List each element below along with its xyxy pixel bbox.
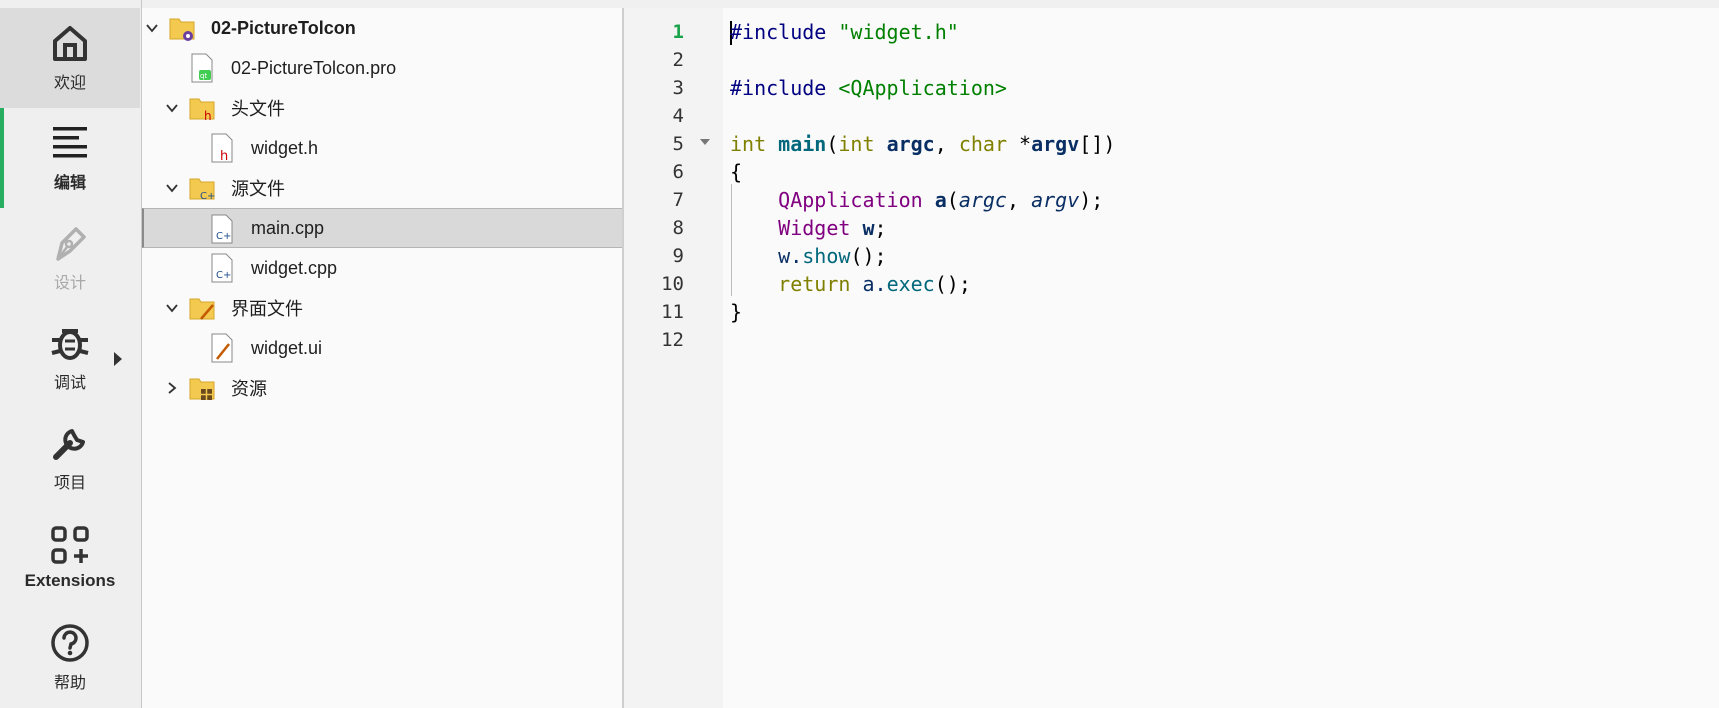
code-line-7: QApplication a(argc, argv); — [778, 188, 1104, 212]
tree-item-widget-ui[interactable]: widget.ui — [142, 328, 622, 368]
tree-folder-headers[interactable]: h 头文件 — [142, 88, 622, 128]
tree-item-widget-h[interactable]: h widget.h — [142, 128, 622, 168]
file-name: widget.ui — [251, 337, 323, 358]
ui-file-icon — [211, 333, 233, 363]
mode-debug-label: 调试 — [53, 373, 86, 392]
bug-icon — [51, 329, 89, 360]
code-line-8: Widget w; — [778, 216, 887, 240]
cpp-file-icon: C+ — [211, 214, 233, 244]
code-line-5: int main(int argc, char *argv[]) — [730, 132, 1116, 156]
project-folder-icon — [169, 18, 195, 41]
mode-sidebar: 欢迎 编辑 设计 调试 项目 Extensions 帮助 — [0, 0, 142, 708]
mode-welcome[interactable]: 欢迎 — [0, 8, 140, 108]
line-number: 8 — [672, 217, 684, 239]
resources-folder-label: 资源 — [231, 379, 267, 399]
code-line-11: } — [730, 300, 743, 324]
line-number: 7 — [672, 189, 684, 211]
line-number: 9 — [672, 245, 684, 267]
line-number: 5 — [672, 133, 684, 155]
tree-folder-forms[interactable]: 界面文件 — [142, 288, 622, 328]
chevron-down-icon[interactable] — [145, 21, 159, 35]
pro-file-name: 02-PictureTolcon.pro — [231, 57, 397, 78]
tree-item-widget-cpp[interactable]: C+ widget.cpp — [142, 248, 622, 288]
tree-folder-resources[interactable]: 资源 — [142, 368, 622, 408]
help-icon — [51, 624, 89, 662]
chevron-down-icon[interactable] — [165, 101, 179, 115]
fold-marker-icon[interactable] — [700, 139, 710, 145]
code-line-6: { — [730, 160, 743, 184]
svg-text:C+: C+ — [216, 231, 231, 242]
line-number-gutter: 1 2 3 4 5 6 7 8 9 10 11 12 — [624, 8, 723, 708]
code-line-3: #include <QApplication> — [730, 76, 1007, 100]
mode-help[interactable]: 帮助 — [0, 608, 140, 708]
source-folder-icon: C+ — [189, 178, 215, 202]
code-line-1: #include "widget.h" — [730, 20, 959, 44]
svg-text:h: h — [204, 109, 212, 123]
header-folder-icon: h — [189, 98, 215, 123]
line-number: 3 — [672, 77, 684, 99]
cpp-file-icon: C+ — [211, 253, 233, 283]
debug-submenu-arrow-icon[interactable] — [114, 352, 122, 366]
mode-extensions[interactable]: Extensions — [0, 508, 140, 608]
forms-folder-label: 界面文件 — [231, 299, 303, 319]
qt-project-file-icon: qt — [191, 53, 213, 83]
project-name: 02-PictureTolcon — [211, 17, 356, 38]
sources-folder-label: 源文件 — [231, 179, 285, 199]
file-name: main.cpp — [251, 217, 325, 238]
chevron-right-icon[interactable] — [165, 381, 179, 395]
svg-text:C+: C+ — [200, 191, 215, 202]
svg-text:C+: C+ — [216, 270, 231, 281]
mode-design-label: 设计 — [53, 273, 86, 292]
header-file-icon: h — [211, 133, 233, 163]
tree-item-main-cpp[interactable]: C+ main.cpp — [142, 208, 622, 248]
pen-nib-icon — [56, 227, 86, 261]
mode-design[interactable]: 设计 — [0, 208, 140, 308]
chevron-down-icon[interactable] — [165, 181, 179, 195]
resources-folder-icon — [189, 378, 215, 400]
line-number: 6 — [672, 161, 684, 183]
line-number: 11 — [661, 301, 684, 323]
project-tree: 02-PictureTolcon qt 02-PictureTolcon.pro… — [142, 8, 624, 708]
code-editor[interactable]: 1 2 3 4 5 6 7 8 9 10 11 12 #include "wid… — [624, 8, 1719, 708]
svg-text:qt: qt — [200, 72, 207, 80]
mode-edit[interactable]: 编辑 — [0, 108, 140, 208]
line-number: 1 — [672, 21, 684, 43]
line-number: 4 — [672, 105, 684, 127]
tree-folder-sources[interactable]: C+ 源文件 — [142, 168, 622, 208]
mode-extensions-label: Extensions — [24, 571, 116, 590]
mode-help-label: 帮助 — [53, 673, 86, 692]
extensions-grid-icon — [51, 526, 89, 564]
tree-item-pro-file[interactable]: qt 02-PictureTolcon.pro — [142, 48, 622, 88]
mode-edit-label: 编辑 — [53, 173, 86, 192]
line-number: 10 — [661, 273, 684, 295]
code-line-9: w.show(); — [778, 244, 887, 268]
mode-welcome-label: 欢迎 — [53, 73, 86, 92]
file-name: widget.h — [251, 137, 319, 158]
code-line-10: return a.exec(); — [778, 272, 971, 296]
svg-text:h: h — [220, 149, 228, 163]
line-number: 12 — [661, 329, 684, 351]
file-name: widget.cpp — [251, 257, 338, 278]
line-number: 2 — [672, 49, 684, 71]
tree-project-root[interactable]: 02-PictureTolcon — [142, 8, 622, 48]
mode-debug[interactable]: 调试 — [0, 308, 140, 408]
mode-projects-label: 项目 — [53, 473, 86, 492]
home-icon — [53, 26, 87, 61]
edit-lines-icon — [53, 127, 87, 158]
headers-folder-label: 头文件 — [231, 99, 285, 119]
mode-projects[interactable]: 项目 — [0, 408, 140, 508]
chevron-down-icon[interactable] — [165, 301, 179, 315]
wrench-icon — [53, 429, 85, 460]
forms-folder-icon — [189, 298, 215, 320]
